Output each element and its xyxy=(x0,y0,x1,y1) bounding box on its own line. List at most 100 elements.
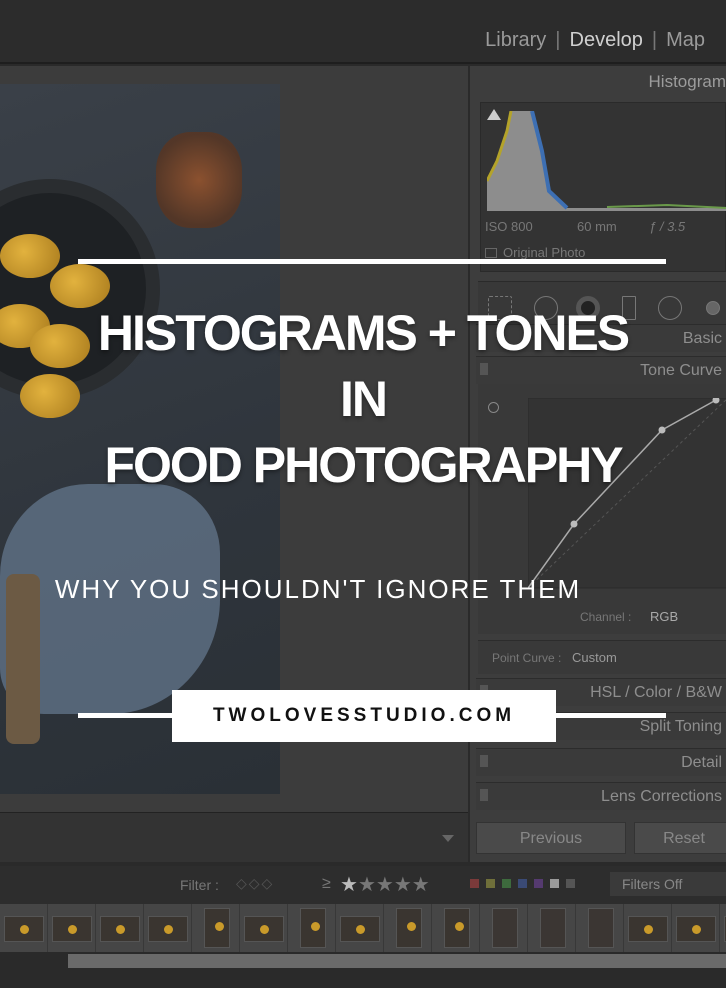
focal-length: 60 mm xyxy=(577,219,617,234)
graduated-filter-icon[interactable] xyxy=(622,296,636,320)
glass xyxy=(156,132,242,228)
photo-thumbnail[interactable] xyxy=(244,916,284,942)
filter-bar: Filter : ◇◇◇ ≥ ★★★★★ Filters Off xyxy=(0,866,726,904)
filmstrip-cell[interactable] xyxy=(144,904,192,952)
photo-thumbnail[interactable] xyxy=(540,908,566,948)
filmstrip-cell[interactable] xyxy=(576,904,624,952)
channel-select[interactable]: RGB xyxy=(650,609,678,624)
photo-thumbnail[interactable] xyxy=(204,908,230,948)
toolbar xyxy=(0,812,468,862)
wooden-handle xyxy=(6,574,40,744)
color-label-swatch[interactable] xyxy=(470,879,479,888)
toggle-icon[interactable] xyxy=(480,789,488,801)
photo-thumbnail[interactable] xyxy=(444,908,470,948)
radial-filter-icon[interactable] xyxy=(658,296,682,320)
split-toning-title: Split Toning xyxy=(639,718,722,735)
filmstrip-cell[interactable] xyxy=(336,904,384,952)
star-rating-filter[interactable]: ★★★★★ xyxy=(340,872,430,897)
star-icon[interactable]: ★ xyxy=(394,874,412,896)
previous-button[interactable]: Previous xyxy=(476,822,626,854)
color-label-swatch[interactable] xyxy=(502,879,511,888)
photo-thumbnail[interactable] xyxy=(100,916,140,942)
top-bar: Library | Develop | Map xyxy=(0,0,726,64)
tone-curve: Channel : RGB xyxy=(478,384,726,634)
color-label-swatch[interactable] xyxy=(550,879,559,888)
toggle-icon[interactable] xyxy=(480,685,488,697)
tone-curve-title: Tone Curve xyxy=(640,362,722,379)
point-curve-select[interactable]: Custom xyxy=(572,650,617,665)
filmstrip-cell[interactable] xyxy=(192,904,240,952)
tone-curve-section[interactable]: Tone Curve xyxy=(476,356,726,384)
filmstrip-cell[interactable] xyxy=(48,904,96,952)
color-label-swatch[interactable] xyxy=(534,879,543,888)
pear xyxy=(50,264,110,308)
photo-thumbnail[interactable] xyxy=(148,916,188,942)
toggle-icon[interactable] xyxy=(480,363,488,375)
color-label-swatch[interactable] xyxy=(566,879,575,888)
pear xyxy=(0,234,60,278)
star-icon[interactable]: ★ xyxy=(358,874,376,896)
detail-section[interactable]: Detail xyxy=(476,748,726,776)
flag-filter-icons[interactable]: ◇◇◇ xyxy=(236,875,274,892)
chevron-down-icon[interactable] xyxy=(442,835,454,842)
photo-thumbnail[interactable] xyxy=(396,908,422,948)
color-label-swatch[interactable] xyxy=(486,879,495,888)
target-adjust-icon[interactable] xyxy=(488,402,499,413)
filmstrip-cell[interactable] xyxy=(384,904,432,952)
basic-title: Basic xyxy=(682,330,722,347)
photo-thumbnail[interactable] xyxy=(52,916,92,942)
lens-corrections-section[interactable]: Lens Corrections xyxy=(476,782,726,810)
filmstrip-cell[interactable] xyxy=(240,904,288,952)
photo-thumbnail[interactable] xyxy=(588,908,614,948)
iso-value: ISO 800 xyxy=(485,219,533,234)
filmstrip-cell[interactable] xyxy=(528,904,576,952)
photo-thumbnail[interactable] xyxy=(300,908,326,948)
filmstrip-cell[interactable] xyxy=(624,904,672,952)
photo-thumbnail[interactable] xyxy=(492,908,518,948)
filmstrip-cell[interactable] xyxy=(0,904,48,952)
reset-button[interactable]: Reset xyxy=(634,822,726,854)
star-icon[interactable]: ★ xyxy=(412,874,430,896)
brush-icon[interactable] xyxy=(706,301,720,315)
module-map[interactable]: Map xyxy=(657,29,714,52)
photo-thumbnail[interactable] xyxy=(340,916,380,942)
hsl-section[interactable]: HSL / Color / B&W xyxy=(476,678,726,706)
pear xyxy=(20,374,80,418)
spot-removal-icon[interactable] xyxy=(534,296,558,320)
develop-panel: Histogram ISO 800 60 mm ƒ / 3.5 Original… xyxy=(470,66,726,862)
filmstrip-cell[interactable] xyxy=(672,904,720,952)
filters-dropdown[interactable]: Filters Off xyxy=(610,872,726,896)
color-label-filter[interactable] xyxy=(470,879,575,888)
filmstrip-cell[interactable] xyxy=(96,904,144,952)
curve-graph[interactable] xyxy=(528,398,726,608)
color-label-swatch[interactable] xyxy=(518,879,527,888)
lens-title: Lens Corrections xyxy=(601,788,722,805)
tool-strip xyxy=(478,281,726,329)
detail-title: Detail xyxy=(681,754,722,771)
histogram-title[interactable]: Histogram xyxy=(486,72,726,92)
filmstrip-cell[interactable] xyxy=(432,904,480,952)
photo-thumbnail[interactable] xyxy=(628,916,668,942)
channel-label: Channel : xyxy=(580,610,632,624)
toggle-icon[interactable] xyxy=(480,755,488,767)
filmstrip-scrollbar[interactable] xyxy=(0,952,726,988)
basic-section[interactable]: Basic xyxy=(476,324,726,352)
split-toning-section[interactable]: Split Toning xyxy=(476,712,726,740)
photo-thumbnail[interactable] xyxy=(676,916,716,942)
crop-icon[interactable] xyxy=(488,296,512,320)
filmstrip-cell[interactable] xyxy=(720,904,726,952)
module-picker: Library | Develop | Map xyxy=(476,29,714,52)
star-icon[interactable]: ★ xyxy=(340,874,358,896)
rating-operator[interactable]: ≥ xyxy=(322,875,331,893)
filmstrip-cell[interactable] xyxy=(480,904,528,952)
original-photo-checkbox[interactable] xyxy=(485,248,497,258)
red-eye-icon[interactable] xyxy=(576,296,600,320)
module-library[interactable]: Library xyxy=(476,29,555,52)
module-develop[interactable]: Develop xyxy=(561,29,652,52)
point-curve-label: Point Curve : xyxy=(492,651,562,665)
scroll-thumb[interactable] xyxy=(68,954,726,968)
filmstrip-cell[interactable] xyxy=(288,904,336,952)
photo-thumbnail[interactable] xyxy=(4,916,44,942)
filter-label: Filter : xyxy=(180,877,219,893)
star-icon[interactable]: ★ xyxy=(376,874,394,896)
